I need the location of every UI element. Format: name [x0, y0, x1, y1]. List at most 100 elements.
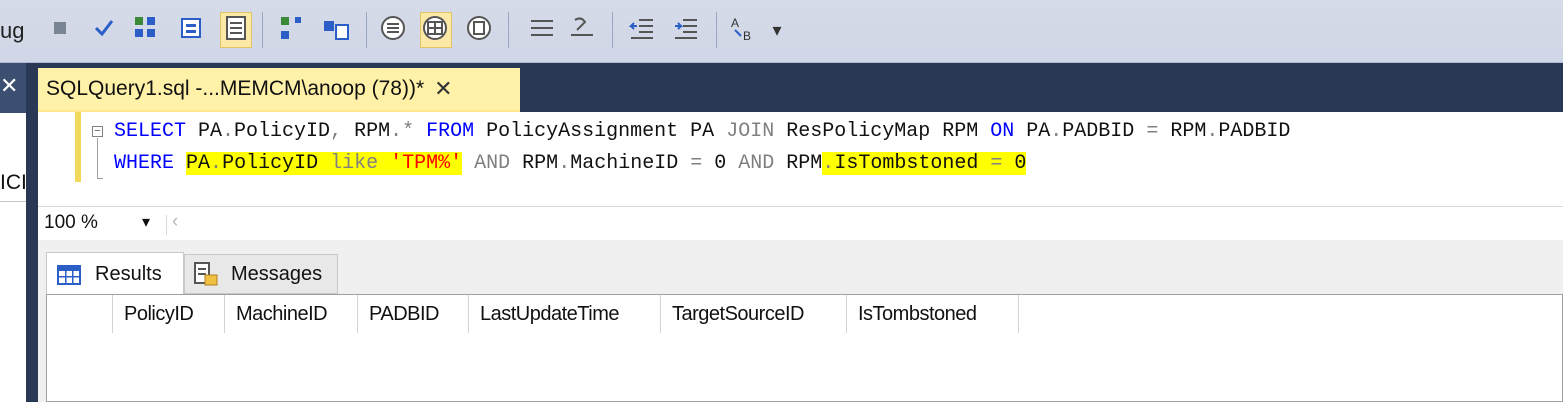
- live-query-stats-button[interactable]: [320, 12, 352, 48]
- code-token: ResPolicyMap RPM: [774, 120, 991, 143]
- comment-lines-icon: [529, 16, 555, 45]
- code-token: PADBID: [1218, 120, 1291, 143]
- collapse-region-icon[interactable]: −: [92, 126, 103, 137]
- code-token: IsTombstoned: [834, 152, 991, 175]
- keyword-join: JOIN: [726, 120, 775, 143]
- chevron-down-icon: ▾: [772, 19, 782, 40]
- code-token: .*: [390, 120, 415, 143]
- query-designer-button[interactable]: [176, 12, 208, 48]
- object-explorer-header: ✕: [0, 63, 26, 113]
- code-token: PA: [1014, 120, 1051, 143]
- results-pane: Results Messages PolicyID MachineID PADB…: [38, 240, 1563, 402]
- stop-button[interactable]: [44, 12, 76, 48]
- live-query-stats-icon: [322, 15, 350, 46]
- code-token: RPM: [342, 120, 391, 143]
- toolbar-separator: [508, 12, 509, 48]
- toolbar-separator: [366, 12, 367, 48]
- toolbar-separator: [612, 12, 613, 48]
- code-token: ,: [330, 120, 343, 143]
- keyword-where: WHERE: [114, 152, 175, 175]
- results-to-grid-toggle[interactable]: [420, 12, 452, 48]
- results-to-text-button[interactable]: [378, 12, 410, 48]
- document-tab-title: SQLQuery1.sql -...MEMCM\anoop (78))*: [46, 77, 425, 100]
- zoom-level-select[interactable]: 100 %: [44, 212, 98, 234]
- results-grid-icon: [57, 264, 81, 285]
- column-header-machineid[interactable]: MachineID: [225, 295, 358, 333]
- results-to-file-icon: [466, 15, 494, 46]
- results-to-file-button[interactable]: [464, 12, 496, 48]
- code-line-2[interactable]: WHERE PA.PolicyID like 'TPM%' AND RPM.Ma…: [114, 150, 1027, 178]
- tab-messages-label: Messages: [231, 262, 323, 285]
- object-explorer-node-text[interactable]: ICI: [0, 171, 27, 195]
- scroll-left-icon[interactable]: ‹: [172, 211, 178, 233]
- toolbar-separator: [716, 12, 717, 48]
- column-header-istombstoned[interactable]: IsTombstoned: [847, 295, 1019, 333]
- panel-divider: [0, 201, 26, 202]
- object-explorer-panel: ✕ ICI: [0, 63, 27, 402]
- results-to-grid-button[interactable]: [220, 12, 252, 48]
- display-estimated-plan-button[interactable]: [130, 12, 162, 48]
- specify-template-values-button[interactable]: AB: [728, 12, 760, 48]
- tab-messages[interactable]: Messages: [184, 254, 338, 294]
- code-token: =: [690, 152, 703, 175]
- code-token: PA: [186, 152, 211, 175]
- messages-icon: [193, 261, 219, 287]
- code-token: PolicyAssignment PA: [474, 120, 727, 143]
- code-token: .: [210, 152, 223, 175]
- svg-text:B: B: [743, 29, 751, 42]
- results-grid[interactable]: PolicyID MachineID PADBID LastUpdateTime…: [46, 294, 1563, 402]
- chevron-down-icon[interactable]: ▾: [142, 212, 150, 232]
- code-token: RPM: [510, 152, 559, 175]
- keyword-and: AND: [474, 152, 511, 175]
- decrease-indent-button[interactable]: [626, 12, 658, 48]
- keyword-on: ON: [990, 120, 1015, 143]
- uncomment-lines-icon: [569, 16, 595, 45]
- display-estimated-plan-icon: [133, 15, 159, 46]
- tab-results-label: Results: [95, 263, 162, 285]
- keyword-select: SELECT: [114, 120, 187, 143]
- grid-corner-cell[interactable]: [47, 295, 113, 333]
- comment-lines-button[interactable]: [526, 12, 558, 48]
- column-header-policyid[interactable]: PolicyID: [113, 295, 225, 333]
- fold-guide-end: [97, 178, 103, 179]
- code-token: =: [990, 152, 1003, 175]
- code-token: 0: [702, 152, 739, 175]
- fold-guide: [97, 138, 98, 178]
- toolbar-overflow-button[interactable]: ▾: [768, 12, 786, 48]
- results-grid-header: PolicyID MachineID PADBID LastUpdateTime…: [47, 295, 1019, 333]
- results-to-grid-active-icon: [422, 15, 450, 46]
- include-actual-plan-button[interactable]: [276, 12, 308, 48]
- column-header-lastupdatetime[interactable]: LastUpdateTime: [469, 295, 661, 333]
- results-to-text-icon: [380, 15, 408, 46]
- close-tab-icon[interactable]: ✕: [434, 78, 452, 100]
- code-token: PADBID: [1062, 120, 1147, 143]
- keyword-like: like: [330, 152, 379, 175]
- column-header-targetsourceid[interactable]: TargetSourceID: [661, 295, 847, 333]
- code-token: .: [1206, 120, 1219, 143]
- include-actual-plan-icon: [279, 15, 305, 46]
- uncomment-lines-button[interactable]: [566, 12, 598, 48]
- tab-sqlquery1[interactable]: SQLQuery1.sql -...MEMCM\anoop (78))* ✕: [38, 68, 520, 112]
- zoom-bar: 100 % ▾ ‹: [38, 206, 1563, 241]
- code-token: RPM: [1158, 120, 1207, 143]
- toolbar-truncated-label: ug: [0, 18, 25, 43]
- increase-indent-button[interactable]: [670, 12, 702, 48]
- query-editor[interactable]: − SELECT PA.PolicyID, RPM.* FROM PolicyA…: [38, 112, 1563, 206]
- close-icon[interactable]: ✕: [0, 75, 18, 97]
- tab-results[interactable]: Results: [46, 252, 184, 296]
- code-token: PolicyID: [222, 152, 331, 175]
- svg-text:A: A: [731, 16, 739, 30]
- parse-button[interactable]: [88, 12, 120, 48]
- parse-checkmark-icon: [93, 18, 115, 43]
- code-token: 0: [1002, 152, 1027, 175]
- query-designer-icon: [180, 16, 204, 45]
- decrease-indent-icon: [628, 16, 655, 45]
- column-header-padbid[interactable]: PADBID: [358, 295, 469, 333]
- code-line-1[interactable]: SELECT PA.PolicyID, RPM.* FROM PolicyAss…: [114, 118, 1290, 146]
- stop-icon: [53, 21, 67, 40]
- code-token: RPM: [774, 152, 823, 175]
